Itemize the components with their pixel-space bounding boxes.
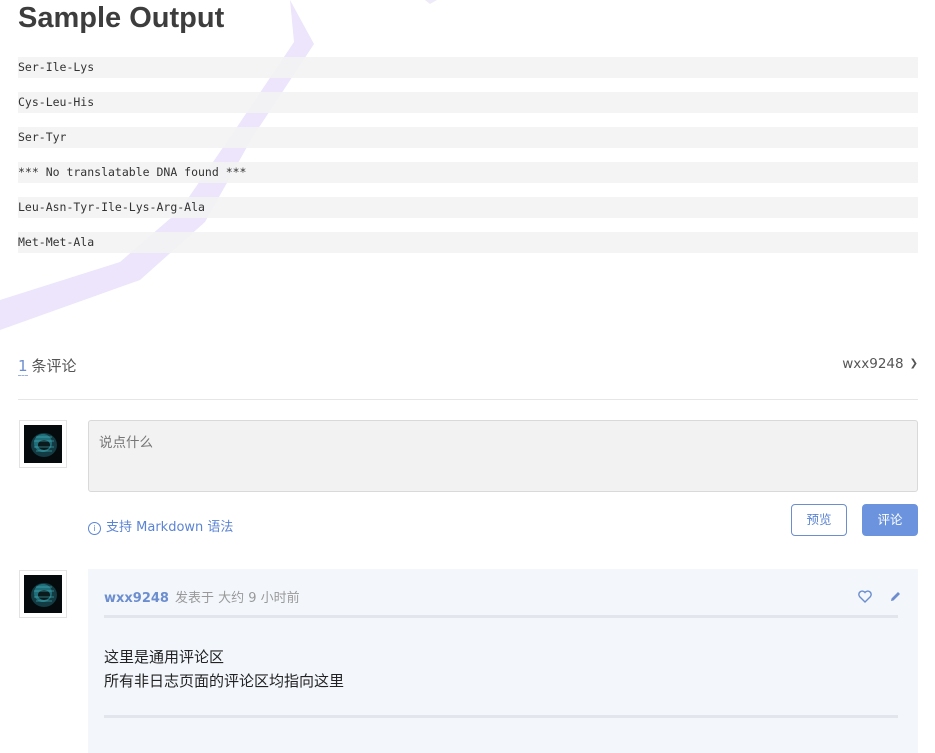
avatar-image: [24, 575, 62, 613]
pencil-icon[interactable]: [889, 590, 902, 607]
current-user-name[interactable]: wxx9248: [842, 356, 903, 372]
submit-comment-button[interactable]: 评论: [862, 504, 918, 536]
markdown-hint-label[interactable]: 支持 Markdown 语法: [106, 520, 233, 535]
comments-header: 1 条评论 wxx9248 ❯: [18, 355, 918, 379]
output-line: Ser-Tyr: [18, 127, 918, 148]
avatar: [19, 420, 67, 468]
comment-footer-separator: [104, 715, 898, 718]
comment-author[interactable]: wxx9248: [104, 591, 169, 606]
heart-icon[interactable]: [858, 590, 872, 607]
comment-body-line: 这里是通用评论区: [104, 648, 225, 666]
comment-meta: 发表于 大约 9 小时前: [174, 591, 300, 606]
output-line: Ser-Ile-Lys: [18, 57, 918, 78]
output-line: *** No translatable DNA found ***: [18, 162, 918, 183]
comment-body-line: 所有非日志页面的评论区均指向这里: [104, 672, 345, 690]
page: Sample Output Ser-Ile-Lys Cys-Leu-His Se…: [0, 0, 935, 753]
comment-card: wxx9248 发表于 大约 9 小时前 这里是通用评论区 所有非日志页面的评论区…: [88, 569, 918, 753]
chevron-down-icon[interactable]: ❯: [910, 358, 918, 369]
comment-actions: [846, 588, 902, 607]
comment-header: wxx9248 发表于 大约 9 小时前: [104, 587, 300, 606]
comment-count-label: 条评论: [31, 357, 77, 375]
info-icon: i: [88, 522, 101, 535]
markdown-hint-link[interactable]: i 支持 Markdown 语法: [88, 516, 233, 535]
comment-count-number[interactable]: 1: [18, 357, 28, 376]
avatar-image: [24, 425, 62, 463]
comment-separator: [104, 615, 898, 618]
divider: [18, 399, 918, 400]
preview-button[interactable]: 预览: [791, 504, 847, 536]
comment-count: 1 条评论: [18, 355, 77, 376]
comment-body: 这里是通用评论区 所有非日志页面的评论区均指向这里: [104, 645, 344, 693]
output-line: Cys-Leu-His: [18, 92, 918, 113]
user-menu[interactable]: wxx9248 ❯: [842, 356, 918, 372]
output-line: Met-Met-Ala: [18, 232, 918, 253]
comment-avatar: [19, 570, 67, 618]
output-line: Leu-Asn-Tyr-Ile-Lys-Arg-Ala: [18, 197, 918, 218]
comment-input[interactable]: [88, 420, 918, 492]
page-title: Sample Output: [18, 2, 225, 34]
